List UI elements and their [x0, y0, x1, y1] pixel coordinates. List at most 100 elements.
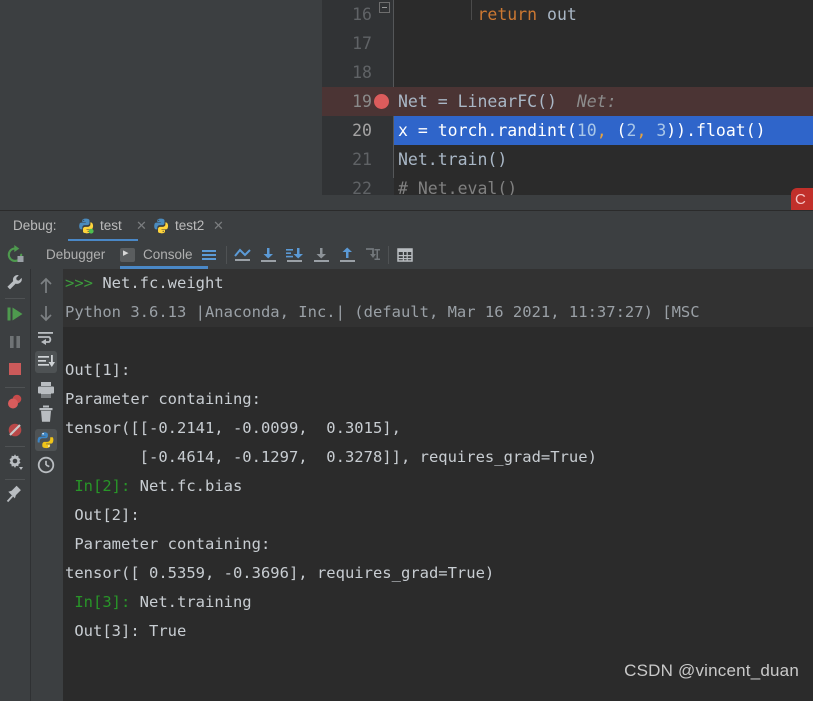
in2-line: In[2]: Net.fc.bias	[63, 472, 813, 501]
console-prompt-line: >>> Net.fc.weight	[63, 269, 813, 298]
code-editor-pane[interactable]: 16 return out 17 18 19 Net = LinearFC() …	[322, 0, 813, 195]
code-lines: 16 return out 17 18 19 Net = LinearFC() …	[322, 0, 813, 195]
console-run-icon	[120, 246, 135, 262]
editor-region: 16 return out 17 18 19 Net = LinearFC() …	[0, 0, 813, 210]
step-out-icon[interactable]	[311, 246, 331, 264]
force-step-into-icon[interactable]	[284, 246, 304, 264]
notification-tab[interactable]: C	[791, 188, 813, 210]
in2-command: Net.fc.bias	[130, 477, 243, 495]
scroll-to-end-icon[interactable]	[35, 351, 57, 373]
history-clock-icon[interactable]	[35, 454, 57, 476]
toolbar-separator	[5, 479, 25, 480]
soft-wrap-lines-icon[interactable]	[35, 327, 57, 349]
python-console-icon[interactable]	[35, 429, 57, 451]
out2-tensor: tensor([ 0.5359, -0.3696], requires_grad…	[65, 564, 495, 582]
python-icon	[78, 218, 94, 234]
editor-bottom-strip	[322, 195, 813, 210]
debug-tab-label: test	[100, 218, 122, 233]
code-line-21[interactable]: 21 Net.train()	[322, 145, 813, 174]
out1-tensor-row1: tensor([[-0.2141, -0.0099, 0.3015],	[65, 419, 401, 437]
resume-program-icon[interactable]	[4, 303, 26, 325]
code-text-19: Net = LinearFC() Net:	[398, 92, 617, 111]
run-to-cursor-icon[interactable]	[363, 246, 383, 264]
code-line-16[interactable]: 16 return out	[322, 0, 813, 29]
code-line-18[interactable]: 18	[322, 58, 813, 87]
out1-parameter: Parameter containing:	[65, 390, 261, 408]
editor-left-blank-panel	[0, 0, 322, 210]
in2-label: In[2]:	[65, 477, 131, 495]
out1-tensor-row2: [-0.4614, -0.1297, 0.3278]], requires_gr…	[65, 448, 597, 466]
tab-debugger[interactable]: Debugger	[46, 241, 105, 269]
code-line-19[interactable]: 19 Net = LinearFC() Net:	[322, 87, 813, 116]
out2-parameter-line: Parameter containing:	[63, 530, 813, 559]
out3-text: Out[3]: True	[65, 622, 187, 640]
code-text-16: return out	[477, 5, 577, 24]
toolbar-separator	[5, 387, 25, 388]
up-arrow-icon[interactable]	[35, 275, 57, 297]
stop-icon[interactable]	[4, 358, 26, 380]
mute-breakpoints-icon[interactable]	[4, 419, 26, 441]
print-icon[interactable]	[35, 379, 57, 401]
line-number: 19	[352, 92, 372, 111]
trash-icon[interactable]	[35, 403, 57, 425]
debug-session-tab-test2[interactable]: test2 ✕	[145, 211, 224, 242]
soft-wrap-icon[interactable]	[199, 246, 219, 264]
out2-label: Out[2]:	[65, 506, 140, 524]
code-line-20[interactable]: 20 x = torch.randint(10, (2, 3)).float()	[322, 116, 813, 145]
code-text-21: Net.train()	[398, 150, 508, 169]
line-number: 21	[352, 150, 372, 169]
fold-collapse-icon[interactable]	[379, 2, 390, 13]
out2-label-line: Out[2]:	[63, 501, 813, 530]
out1-parameter-line: Parameter containing:	[63, 385, 813, 414]
code-line-17[interactable]: 17	[322, 29, 813, 58]
code-line-22[interactable]: 22 # Net.eval()	[322, 174, 813, 195]
step-out-up-icon[interactable]	[337, 246, 357, 264]
out2-tensor-line: tensor([ 0.5359, -0.3696], requires_grad…	[63, 559, 813, 588]
pause-program-icon[interactable]	[4, 331, 26, 353]
toolbar-separator	[5, 446, 25, 447]
close-icon[interactable]: ✕	[213, 219, 224, 233]
toolbar-separator	[226, 246, 227, 264]
breakpoint-icon[interactable]	[374, 94, 389, 109]
tab-console[interactable]: Console	[120, 241, 208, 269]
debug-session-tab-test[interactable]: test ✕	[68, 211, 147, 242]
out1-tensor-row2-line: [-0.4614, -0.1297, 0.3278]], requires_gr…	[63, 443, 813, 472]
debug-label: Debug:	[13, 218, 57, 233]
toolbar-separator	[5, 298, 25, 299]
line-number: 22	[352, 179, 372, 195]
pycharm-window: 16 return out 17 18 19 Net = LinearFC() …	[0, 0, 813, 701]
out3-line: Out[3]: True	[63, 617, 813, 646]
out1-tensor-row1-line: tensor([[-0.2141, -0.0099, 0.3015],	[63, 414, 813, 443]
pin-tab-icon[interactable]	[4, 483, 26, 505]
settings-gear-icon[interactable]	[4, 451, 26, 473]
debug-tabbar: Debug: test ✕ test2 ✕	[0, 210, 813, 242]
console-toolbar: Debugger Console	[0, 241, 813, 269]
python-banner-line: Python 3.6.13 |Anaconda, Inc.| (default,…	[63, 298, 813, 327]
out1-label-line: Out[1]:	[63, 356, 813, 385]
debug-side-toolbar	[0, 241, 30, 701]
debug-tab-label: test2	[175, 218, 205, 233]
code-text-20: x = torch.randint(10, (2, 3)).float()	[398, 121, 766, 140]
toolbar-separator	[388, 246, 389, 264]
python-banner-text: Python 3.6.13 |Anaconda, Inc.| (default,…	[65, 303, 700, 321]
rerun-icon[interactable]	[4, 244, 26, 266]
view-breakpoints-icon[interactable]	[4, 391, 26, 413]
prompt-command: Net.fc.weight	[102, 274, 224, 292]
wrench-settings-icon[interactable]	[4, 272, 26, 294]
out2-parameter: Parameter containing:	[65, 535, 271, 553]
evaluate-expression-icon[interactable]	[395, 246, 415, 264]
csdn-watermark: CSDN @vincent_duan	[624, 661, 799, 680]
notification-tab-label: C	[795, 191, 806, 208]
python-icon	[153, 218, 169, 234]
in3-line: In[3]: Net.training	[63, 588, 813, 617]
line-number: 20	[352, 121, 372, 140]
step-into-icon[interactable]	[258, 246, 278, 264]
in3-label: In[3]:	[65, 593, 131, 611]
console-side-toolbar	[30, 269, 64, 701]
step-over-icon[interactable]	[232, 246, 252, 264]
down-arrow-icon[interactable]	[35, 302, 57, 324]
console-output[interactable]: >>> Net.fc.weight Python 3.6.13 |Anacond…	[63, 269, 813, 701]
out1-label: Out[1]:	[65, 361, 131, 379]
prompt-symbol: >>>	[65, 274, 103, 292]
